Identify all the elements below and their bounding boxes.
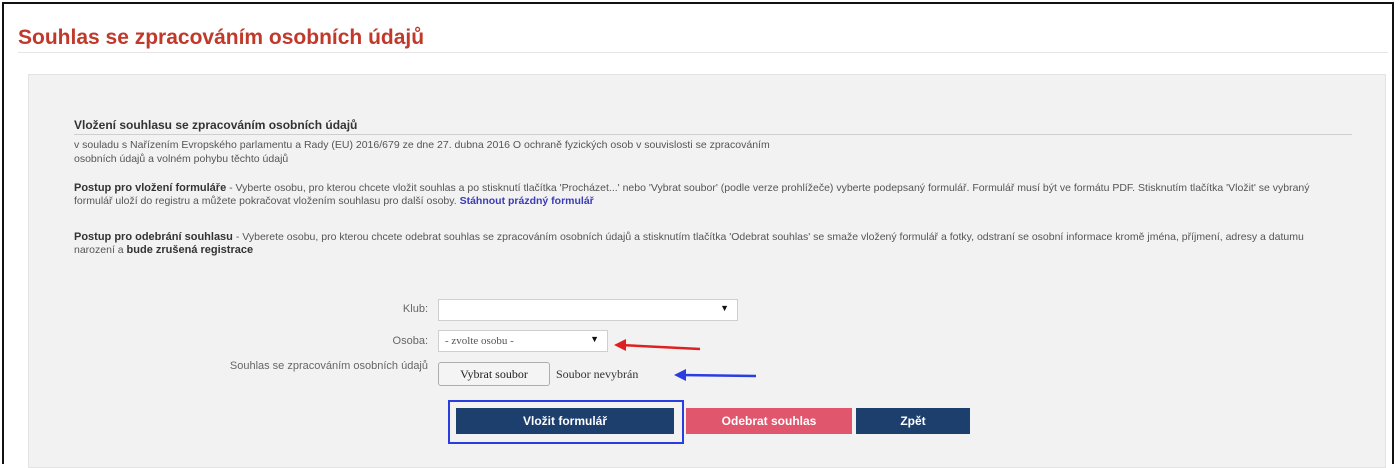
osoba-label: Osoba: [392,335,428,347]
section-heading: Vložení souhlasu se zpracováním osobních… [74,118,358,132]
legal-intro: v souladu s Nařízením Evropského parlame… [74,138,954,166]
red-annotation-arrow-icon [614,339,701,351]
dropdown-arrow-icon: ▼ [590,334,599,344]
insert-instructions-title: Postup pro vložení formuláře [74,182,227,194]
klub-select[interactable]: ▼ [438,299,738,321]
remove-instructions-text: - Vyberete osobu, pro kterou chcete odeb… [74,231,1304,256]
remove-instructions: Postup pro odebrání souhlasu - Vyberete … [74,231,1344,257]
legal-intro-line-2: osobních údajů a volném pohybu těchto úd… [74,153,289,165]
dropdown-arrow-icon: ▼ [720,303,729,313]
remove-consent-button[interactable]: Odebrat souhlas [686,408,852,434]
legal-intro-line-1: v souladu s Nařízením Evropského parlame… [74,139,770,151]
remove-instructions-emphasis: bude zrušená registrace [126,244,254,256]
osoba-select-value: - zvolte osobu - [445,335,514,347]
klub-label: Klub: [402,303,428,315]
title-divider [18,52,1388,53]
insert-instructions: Postup pro vložení formuláře - Vyberte o… [74,182,1344,208]
page-title: Souhlas se zpracováním osobních údajů [18,26,425,49]
blue-annotation-arrow-icon [674,369,757,381]
remove-instructions-title: Postup pro odebrání souhlasu [74,231,233,243]
section-divider [74,134,1352,135]
choose-file-button[interactable]: Vybrat soubor [438,362,550,386]
back-button[interactable]: Zpět [856,408,970,434]
download-form-link[interactable]: Stáhnout prázdný formulář [460,195,594,207]
souhlas-label: Souhlas se zpracováním osobních údajů [229,360,428,372]
insert-form-button[interactable]: Vložit formulář [456,408,674,434]
osoba-select[interactable]: - zvolte osobu - ▼ [438,330,608,352]
file-status: Soubor nevybrán [556,367,639,381]
insert-instructions-text: - Vyberte osobu, pro kterou chcete vloži… [74,182,1310,207]
